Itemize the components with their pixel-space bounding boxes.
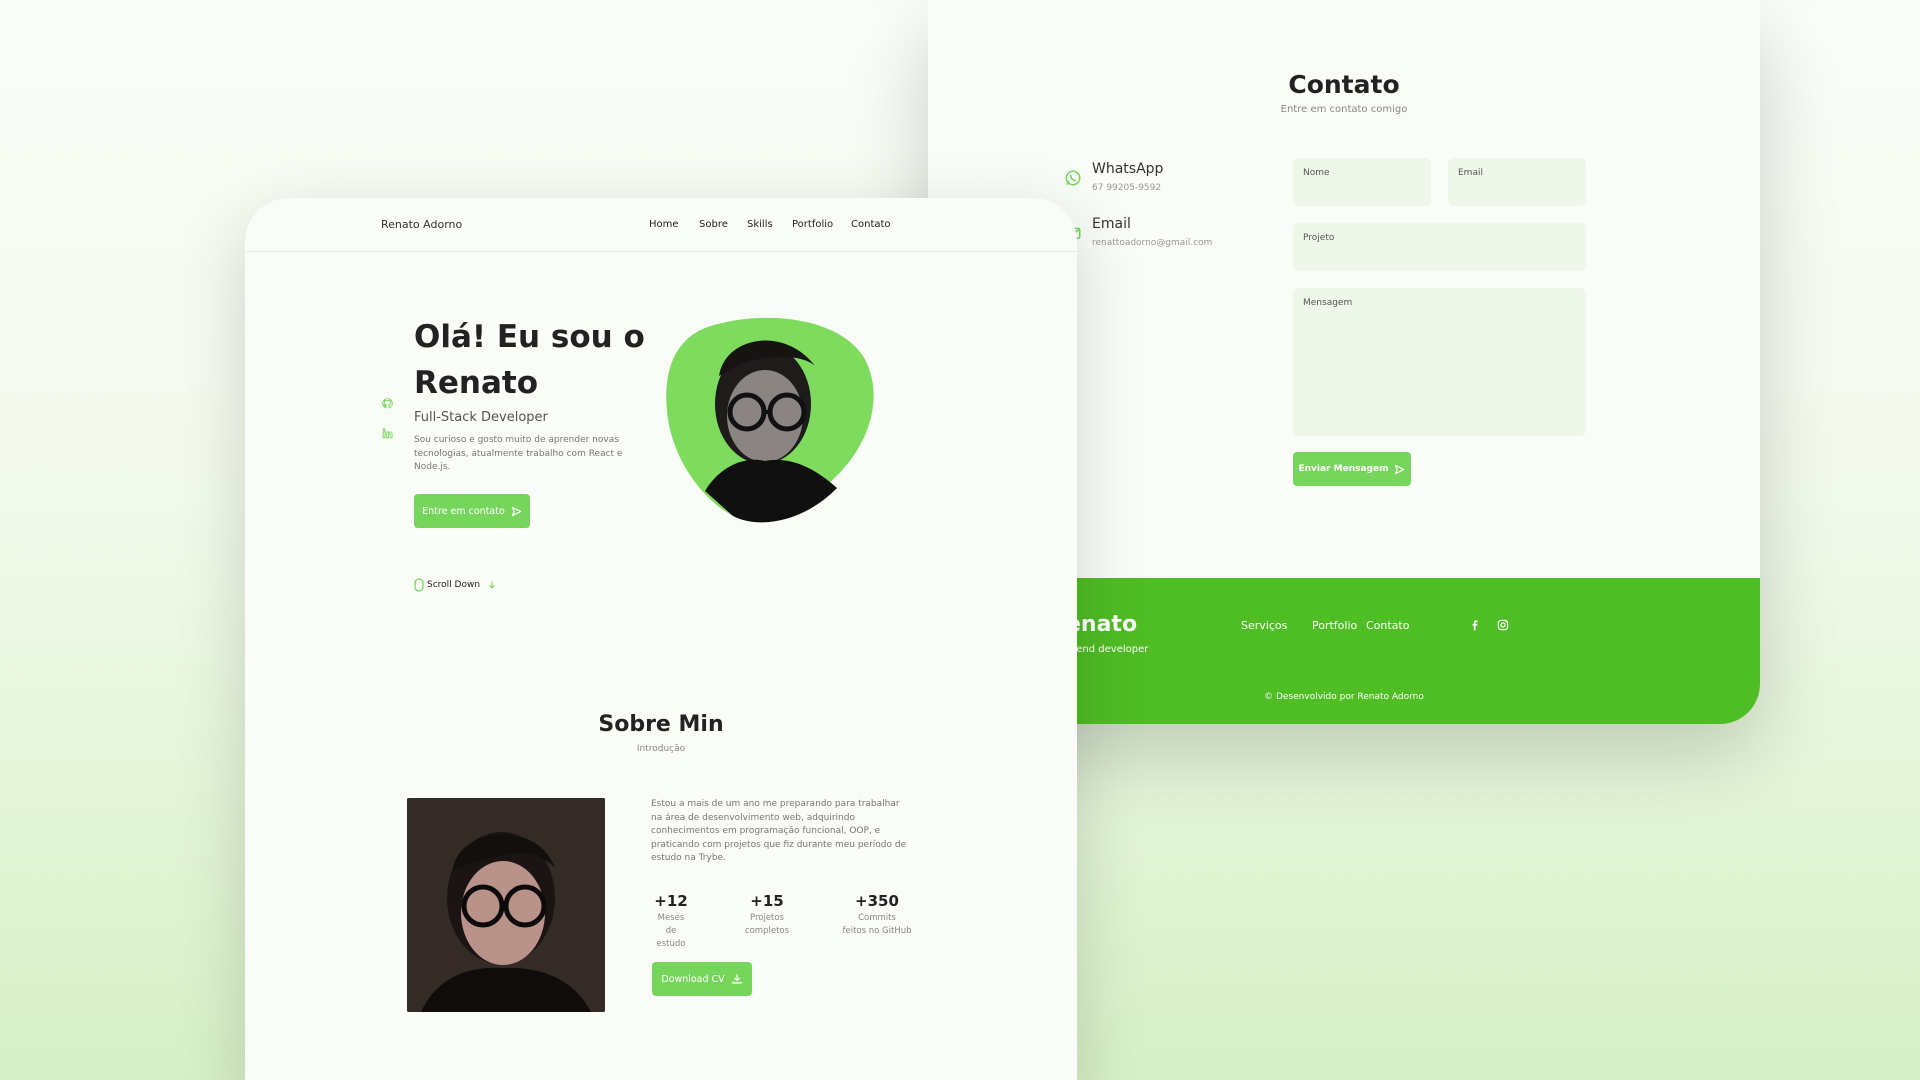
- nav-portfolio[interactable]: Portfolio: [792, 219, 833, 230]
- facebook-icon[interactable]: [1468, 618, 1482, 632]
- footer-link-contato[interactable]: Contato: [1366, 619, 1409, 632]
- nav-sobre[interactable]: Sobre: [699, 219, 728, 230]
- stat-commits-value: +350: [855, 892, 899, 910]
- send-icon: [511, 506, 521, 516]
- stat-projects-value: +15: [750, 892, 784, 910]
- project-field[interactable]: Projeto: [1293, 223, 1586, 271]
- whatsapp-icon: [1065, 170, 1081, 186]
- footer-tagline: ntend developer: [1066, 644, 1149, 655]
- hero-title: Olá! Eu sou o Renato: [414, 319, 645, 401]
- contact-cta-button[interactable]: Entre em contato: [414, 494, 530, 528]
- stat-commits: +350 Commits feitos no GitHub: [832, 892, 922, 938]
- instagram-icon[interactable]: [1496, 618, 1510, 632]
- email-address: renattoadorno@gmail.com: [1092, 238, 1213, 248]
- nav-home[interactable]: Home: [649, 219, 679, 230]
- send-icon: [1395, 464, 1405, 474]
- hero-description: Sou curioso e gosto muito de aprender no…: [414, 435, 623, 472]
- whatsapp-title: WhatsApp: [1092, 161, 1164, 177]
- download-cv-button[interactable]: Download CV: [652, 962, 752, 996]
- nav-contato[interactable]: Contato: [851, 219, 891, 230]
- about-text: Estou a mais de um ano me preparando par…: [651, 799, 907, 863]
- scroll-down-link[interactable]: Scroll Down: [414, 578, 497, 592]
- about-subtitle: Introdução: [636, 744, 686, 754]
- send-message-label: Enviar Mensagem: [1298, 464, 1389, 474]
- message-field[interactable]: Mensagem: [1293, 288, 1586, 436]
- stat-months-value: +12: [654, 892, 688, 910]
- project-field-label: Projeto: [1303, 233, 1335, 243]
- about-title: Sobre Min: [598, 712, 724, 737]
- stat-projects-label: Projetos completos: [744, 913, 790, 936]
- contact-subtitle: Entre em contato comigo: [1280, 104, 1408, 115]
- site-header: Renato Adorno Home Sobre Skills Portfoli…: [245, 198, 1077, 252]
- stat-months: +12 Meses de estudo: [651, 892, 691, 951]
- message-field-label: Mensagem: [1303, 298, 1353, 308]
- download-icon: [732, 974, 742, 984]
- stat-months-label: Meses de estudo: [656, 913, 686, 949]
- home-page-preview: Renato Adorno Home Sobre Skills Portfoli…: [245, 198, 1077, 1080]
- nav-skills[interactable]: Skills: [747, 219, 773, 230]
- arrow-down-icon: [489, 581, 495, 589]
- name-field-label: Nome: [1303, 168, 1330, 178]
- footer-link-portfolio[interactable]: Portfolio: [1312, 619, 1357, 632]
- about-photo: [407, 798, 605, 1012]
- site-logo[interactable]: Renato Adorno: [381, 218, 462, 231]
- footer-link-servicos[interactable]: Serviços: [1241, 619, 1287, 632]
- contact-title: Contato: [1288, 70, 1400, 99]
- hero-avatar: [666, 317, 874, 523]
- email-field[interactable]: Email: [1448, 158, 1586, 206]
- name-field[interactable]: Nome: [1293, 158, 1431, 206]
- whatsapp-number: 67 99205-9592: [1092, 183, 1162, 193]
- stat-commits-label: Commits feitos no GitHub: [842, 913, 912, 936]
- contact-cta-label: Entre em contato: [422, 505, 505, 517]
- mouse-icon: [414, 578, 424, 592]
- email-title: Email: [1092, 216, 1131, 232]
- send-message-button[interactable]: Enviar Mensagem: [1293, 452, 1411, 486]
- scroll-down-label: Scroll Down: [427, 580, 481, 590]
- download-cv-label: Download CV: [661, 973, 725, 985]
- hero-subtitle: Full-Stack Developer: [414, 410, 548, 425]
- stat-projects: +15 Projetos completos: [742, 892, 792, 938]
- github-icon[interactable]: [381, 397, 394, 410]
- email-field-label: Email: [1458, 168, 1483, 178]
- linkedin-icon[interactable]: [381, 427, 394, 440]
